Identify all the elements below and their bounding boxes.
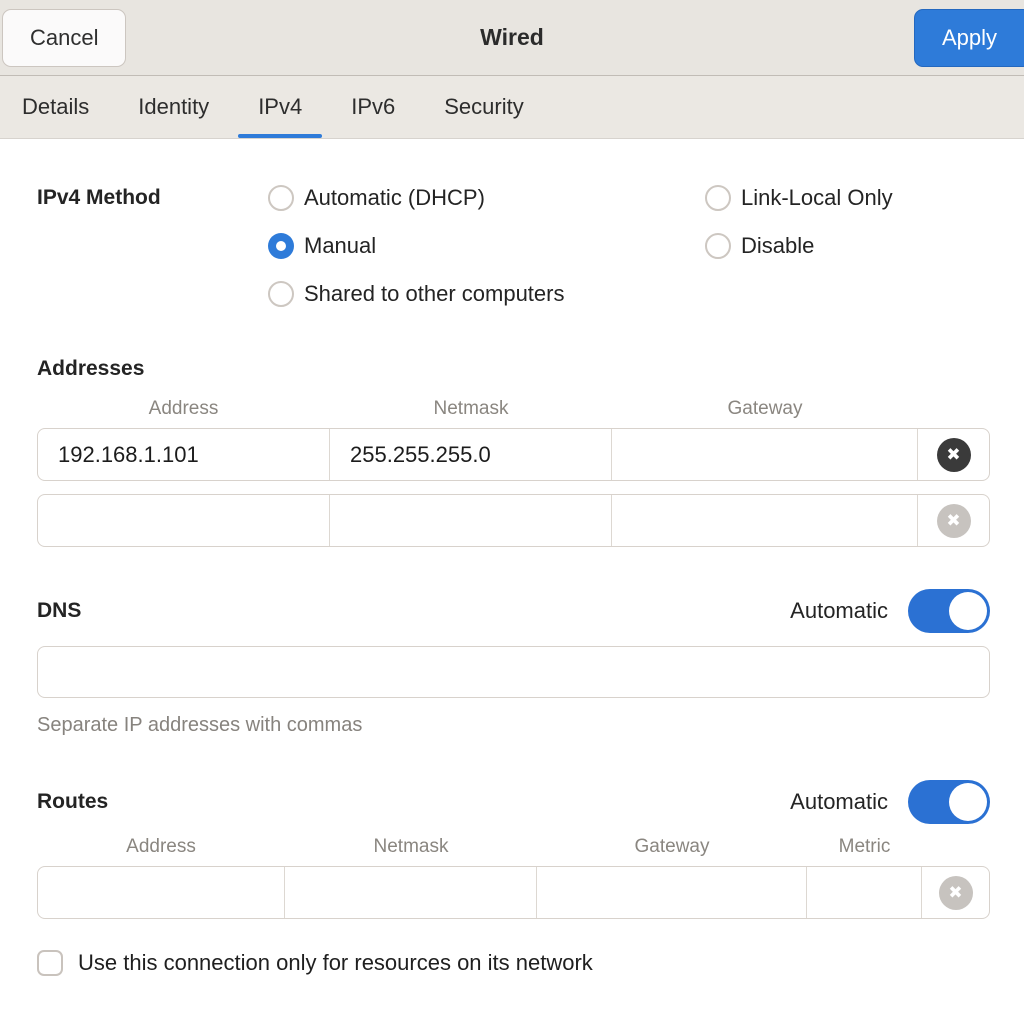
- cancel-button[interactable]: Cancel: [2, 9, 126, 67]
- netmask-cell: [330, 429, 612, 480]
- radio-disable[interactable]: Disable: [705, 222, 893, 270]
- radio-automatic-dhcp[interactable]: Automatic (DHCP): [268, 174, 705, 222]
- radio-label: Manual: [304, 233, 376, 259]
- tab-ipv6[interactable]: IPv6: [329, 76, 417, 138]
- dns-helper-text: Separate IP addresses with commas: [37, 714, 990, 737]
- address-cell: [38, 495, 330, 546]
- address-input[interactable]: [38, 442, 329, 468]
- address-cell: [38, 429, 330, 480]
- addresses-title: Addresses: [37, 356, 990, 382]
- route-row-1: ✖: [37, 866, 990, 919]
- tab-identity[interactable]: Identity: [116, 76, 231, 138]
- radio-shared-to-other-computers[interactable]: Shared to other computers: [268, 270, 705, 318]
- routes-column-headers: Address Netmask Gateway Metric: [37, 836, 990, 858]
- route-gateway-input[interactable]: [537, 880, 806, 906]
- column-header-gateway: Gateway: [537, 836, 807, 858]
- netmask-cell: [285, 867, 537, 918]
- restrict-connection-row[interactable]: Use this connection only for resources o…: [37, 950, 990, 976]
- routes-automatic-toggle[interactable]: [908, 780, 990, 824]
- toggle-knob-icon: [949, 783, 987, 821]
- column-header-netmask: Netmask: [285, 836, 537, 858]
- address-cell: [38, 867, 285, 918]
- restrict-connection-label: Use this connection only for resources o…: [78, 950, 593, 976]
- delete-address-button-disabled: ✖: [937, 504, 971, 538]
- ipv4-method-section: IPv4 Method Automatic (DHCP) Link-Local …: [37, 174, 990, 318]
- tab-ipv4[interactable]: IPv4: [236, 76, 324, 138]
- route-address-input[interactable]: [38, 880, 284, 906]
- window-title: Wired: [480, 24, 544, 51]
- radio-label: Link-Local Only: [741, 185, 893, 211]
- netmask-input[interactable]: [330, 508, 611, 534]
- address-input[interactable]: [38, 508, 329, 534]
- routes-automatic-label: Automatic: [790, 789, 888, 815]
- gateway-cell: [612, 495, 918, 546]
- toggle-knob-icon: [949, 592, 987, 630]
- tab-details[interactable]: Details: [0, 76, 111, 138]
- routes-title: Routes: [37, 789, 790, 815]
- column-header-address: Address: [37, 398, 330, 420]
- gateway-cell: [537, 867, 807, 918]
- gateway-input[interactable]: [612, 508, 917, 534]
- address-row-1: ✖: [37, 428, 990, 481]
- radio-icon[interactable]: [268, 185, 294, 211]
- checkbox-icon[interactable]: [37, 950, 63, 976]
- routes-section-header: Routes Automatic: [37, 780, 990, 824]
- route-netmask-input[interactable]: [285, 880, 536, 906]
- gateway-cell: [612, 429, 918, 480]
- metric-cell: [807, 867, 922, 918]
- ipv4-method-options: Automatic (DHCP) Link-Local Only Manual …: [268, 174, 893, 318]
- column-header-metric: Metric: [807, 836, 922, 858]
- column-header-address: Address: [37, 836, 285, 858]
- route-metric-input[interactable]: [807, 880, 921, 906]
- radio-label: Disable: [741, 233, 814, 259]
- radio-label: Shared to other computers: [304, 281, 564, 307]
- delete-route-button-disabled: ✖: [939, 876, 973, 910]
- dns-servers-input[interactable]: [37, 646, 990, 698]
- dns-automatic-toggle[interactable]: [908, 589, 990, 633]
- netmask-input[interactable]: [330, 442, 611, 468]
- apply-button[interactable]: Apply: [914, 9, 1024, 67]
- radio-checked-icon[interactable]: [268, 233, 294, 259]
- delete-cell: ✖: [918, 495, 989, 546]
- dns-title: DNS: [37, 598, 790, 624]
- header-bar: Cancel Wired Apply: [0, 0, 1024, 76]
- delete-cell: ✖: [918, 429, 989, 480]
- netmask-cell: [330, 495, 612, 546]
- column-header-netmask: Netmask: [330, 398, 612, 420]
- dns-automatic-label: Automatic: [790, 598, 888, 624]
- ipv4-method-label: IPv4 Method: [37, 174, 268, 318]
- delete-cell: ✖: [922, 867, 989, 918]
- delete-address-button[interactable]: ✖: [937, 438, 971, 472]
- radio-link-local-only[interactable]: Link-Local Only: [705, 174, 893, 222]
- radio-label: Automatic (DHCP): [304, 185, 485, 211]
- dns-section-header: DNS Automatic: [37, 589, 990, 633]
- address-row-2: ✖: [37, 494, 990, 547]
- gateway-input[interactable]: [612, 442, 917, 468]
- radio-icon[interactable]: [705, 233, 731, 259]
- radio-icon[interactable]: [705, 185, 731, 211]
- radio-icon[interactable]: [268, 281, 294, 307]
- tab-bar: Details Identity IPv4 IPv6 Security: [0, 76, 1024, 139]
- ipv4-page: IPv4 Method Automatic (DHCP) Link-Local …: [0, 139, 1024, 976]
- column-header-gateway: Gateway: [612, 398, 918, 420]
- radio-manual[interactable]: Manual: [268, 222, 705, 270]
- addresses-column-headers: Address Netmask Gateway: [37, 398, 990, 420]
- tab-security[interactable]: Security: [422, 76, 545, 138]
